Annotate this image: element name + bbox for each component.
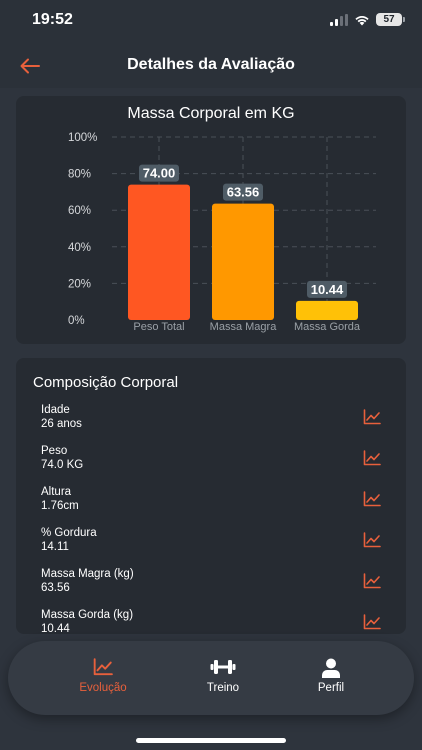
status-time: 19:52 — [32, 11, 73, 28]
y-tick-label: 20% — [68, 278, 91, 290]
data-label: 63.56 — [227, 185, 260, 200]
page-title: Detalhes da Avaliação — [127, 56, 295, 73]
x-tick-label: Massa Gorda — [294, 321, 361, 333]
metric-row-gordura: % Gordura 14.11 — [16, 527, 406, 567]
metric-row-altura: Altura 1.76cm — [16, 486, 406, 526]
y-tick-label: 0% — [68, 315, 85, 327]
nav-item-treino[interactable]: Treino — [168, 641, 278, 715]
bar — [212, 203, 274, 320]
metric-label: Altura — [41, 486, 72, 498]
metric-value: 63.56 — [41, 582, 70, 594]
chart-line-icon — [93, 658, 113, 676]
app-header: Detalhes da Avaliação — [0, 44, 422, 88]
nav-item-perfil[interactable]: Perfil — [276, 641, 386, 715]
nav-label: Perfil — [317, 682, 345, 694]
battery-indicator: 57 — [376, 13, 405, 26]
bar — [128, 184, 190, 320]
chart-line-icon[interactable] — [363, 614, 381, 630]
chart-line-icon[interactable] — [363, 573, 381, 589]
bottom-nav: Evolução Treino Perfil — [8, 641, 414, 715]
dumbbell-icon — [210, 660, 236, 674]
x-tick-label: Peso Total — [133, 321, 184, 333]
data-label: 74.00 — [143, 166, 176, 181]
wifi-icon — [355, 15, 369, 25]
metric-value: 26 anos — [41, 418, 82, 430]
metric-label: % Gordura — [41, 527, 97, 539]
chart-line-icon[interactable] — [363, 450, 381, 466]
metric-label: Peso — [41, 445, 68, 457]
status-bar: 19:52 57 — [0, 0, 422, 44]
nav-label: Evolução — [79, 682, 127, 694]
bar — [296, 300, 358, 320]
composition-card: Composição Corporal Idade 26 anos Peso 7… — [16, 358, 406, 634]
metric-value: 74.0 KG — [41, 459, 84, 471]
metric-value: 14.11 — [41, 541, 69, 553]
y-tick-label: 80% — [68, 169, 91, 181]
x-tick-label: Massa Magra — [210, 321, 278, 333]
nav-label: Treino — [206, 682, 240, 694]
y-tick-label: 60% — [68, 205, 91, 217]
metric-row-peso: Peso 74.0 KG — [16, 445, 406, 485]
composition-title: Composição Corporal — [33, 374, 179, 391]
y-tick-label: 40% — [68, 242, 91, 254]
chart-line-icon[interactable] — [363, 491, 381, 507]
user-icon — [322, 658, 340, 678]
chart-card: Massa Corporal em KG 100% 80% 60% 40% 20% 0% 7… — [16, 96, 406, 344]
metric-row-massa-gorda: Massa Gorda (kg) 10.44 — [16, 609, 406, 634]
status-icons: 57 — [330, 13, 405, 26]
chart-line-icon[interactable] — [363, 409, 381, 425]
nav-item-evolucao[interactable]: Evolução — [48, 641, 158, 715]
y-tick-label: 100% — [68, 132, 97, 144]
data-label: 10.44 — [311, 282, 344, 297]
signal-icon — [330, 13, 348, 26]
metric-value: 10.44 — [41, 623, 70, 634]
metric-label: Massa Magra (kg) — [41, 568, 134, 580]
metric-value: 1.76cm — [41, 500, 79, 512]
metric-label: Massa Gorda (kg) — [41, 609, 134, 621]
home-indicator — [136, 738, 286, 743]
metric-row-massa-magra: Massa Magra (kg) 63.56 — [16, 568, 406, 608]
metric-row-idade: Idade 26 anos — [16, 404, 406, 444]
chart-line-icon[interactable] — [363, 532, 381, 548]
metric-label: Idade — [41, 404, 70, 416]
bar-chart: 100% 80% 60% 40% 20% 0% 74.00 Peso Total 63.56 Ma… — [68, 132, 376, 333]
